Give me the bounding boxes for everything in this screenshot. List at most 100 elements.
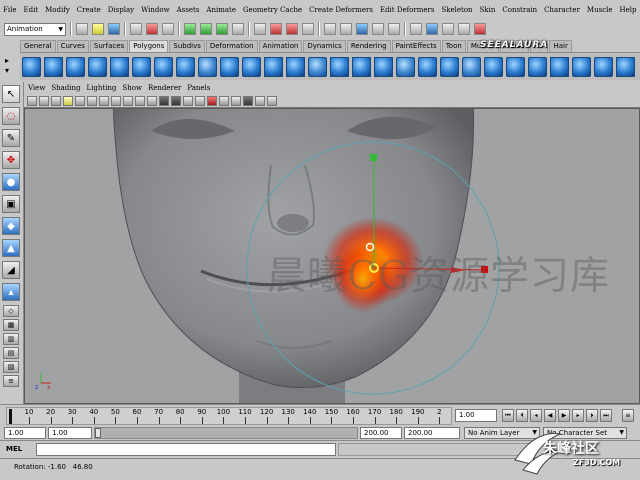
menu-constrain[interactable]: Constrain xyxy=(502,6,537,14)
menu-create[interactable]: Create xyxy=(77,6,101,14)
menu-set-dropdown[interactable]: Animation ▼ xyxy=(4,22,66,36)
lock-selection-icon[interactable] xyxy=(340,23,352,35)
input-line-icon[interactable] xyxy=(324,23,336,35)
last-tool-used-icon[interactable]: ▴ xyxy=(2,283,20,301)
select-tool-icon[interactable]: ↖ xyxy=(2,85,20,103)
menu-modify[interactable]: Modify xyxy=(45,6,70,14)
menu-edit[interactable]: Edit xyxy=(23,6,38,14)
poly-pyramid-icon[interactable] xyxy=(176,56,195,77)
tool-settings-icon[interactable] xyxy=(388,23,400,35)
mirror-geometry-icon[interactable] xyxy=(396,56,415,77)
layout-side-by-side-icon[interactable]: ▥ xyxy=(3,333,19,345)
select-object-icon[interactable] xyxy=(146,23,158,35)
safe-action-icon[interactable] xyxy=(135,95,145,106)
panel-menu-renderer[interactable]: Renderer xyxy=(148,84,181,92)
poly-torus-icon[interactable] xyxy=(132,56,151,77)
high-quality-icon[interactable] xyxy=(243,95,253,106)
menu-skin[interactable]: Skin xyxy=(480,6,496,14)
ipr-render-icon[interactable] xyxy=(286,23,298,35)
range-end-field[interactable]: 200.00 xyxy=(360,427,402,439)
snap-point-icon[interactable] xyxy=(216,23,228,35)
shelf-tab-painteffects[interactable]: PaintEffects xyxy=(391,40,441,52)
shelf-tab-hair[interactable]: Hair xyxy=(549,40,572,52)
combine-icon[interactable] xyxy=(264,56,283,77)
panel-menu-show[interactable]: Show xyxy=(122,84,142,92)
snap-grid-icon[interactable] xyxy=(184,23,196,35)
panel-menu-view[interactable]: View xyxy=(28,84,45,92)
separate-icon[interactable] xyxy=(286,56,305,77)
manipulator-y-handle[interactable] xyxy=(370,154,377,161)
poly-soccer-ball-icon[interactable] xyxy=(242,56,261,77)
safe-title-icon[interactable] xyxy=(147,95,157,106)
insert-edge-loop-icon[interactable] xyxy=(506,56,525,77)
soft-modification-tool-icon[interactable]: ▲ xyxy=(2,239,20,257)
poly-plane-icon[interactable] xyxy=(110,56,129,77)
wireframe-on-shaded-icon[interactable] xyxy=(183,95,193,106)
menu-edit-deformers[interactable]: Edit Deformers xyxy=(380,6,435,14)
uv-texture-editor-icon[interactable] xyxy=(616,56,635,77)
shelf-tab-general[interactable]: General xyxy=(20,40,56,52)
film-gate-icon[interactable] xyxy=(87,95,97,106)
wireframe-icon[interactable] xyxy=(159,95,169,106)
shelf-tab-curves[interactable]: Curves xyxy=(56,40,89,52)
range-slider-bar[interactable] xyxy=(94,427,358,439)
layout-hypershade-icon[interactable]: ≡ xyxy=(3,375,19,387)
layout-four-pane-icon[interactable]: ▦ xyxy=(3,319,19,331)
menu-assets[interactable]: Assets xyxy=(177,6,200,14)
xray-joints-icon[interactable] xyxy=(267,95,277,106)
time-slider-bar[interactable]: 10 20 30 40 50 60 70 80 90 100 110 120 130 140 150 160 1… xyxy=(6,407,452,425)
texture-toggle-icon[interactable] xyxy=(207,95,217,106)
attribute-editor-icon[interactable] xyxy=(372,23,384,35)
select-component-icon[interactable] xyxy=(162,23,174,35)
shelf-tab-toon[interactable]: Toon xyxy=(441,40,466,52)
construction-history-icon[interactable] xyxy=(254,23,266,35)
hypershade-icon[interactable] xyxy=(458,23,470,35)
shelf-tab-surfaces[interactable]: Surfaces xyxy=(89,40,129,52)
boolean-intersection-icon[interactable] xyxy=(374,56,393,77)
layer-editor-icon[interactable] xyxy=(410,23,422,35)
boolean-difference-icon[interactable] xyxy=(352,56,371,77)
poly-cone-icon[interactable] xyxy=(88,56,107,77)
render-frame-icon[interactable] xyxy=(270,23,282,35)
snap-curve-icon[interactable] xyxy=(200,23,212,35)
select-hierarchy-icon[interactable] xyxy=(130,23,142,35)
current-frame-field[interactable]: 1.00 xyxy=(455,409,497,422)
channel-box-icon[interactable] xyxy=(356,23,368,35)
end-time-field[interactable]: 200.00 xyxy=(404,427,460,439)
merge-vertices-icon[interactable] xyxy=(550,56,569,77)
scale-tool-icon[interactable]: ▣ xyxy=(2,195,20,213)
layout-persp-graph-icon[interactable]: ▤ xyxy=(3,347,19,359)
script-language-toggle[interactable]: MEL xyxy=(6,445,22,453)
smooth-shade-icon[interactable] xyxy=(171,95,181,106)
poly-cylinder-icon[interactable] xyxy=(66,56,85,77)
render-view-icon[interactable] xyxy=(474,23,486,35)
menu-character[interactable]: Character xyxy=(544,6,580,14)
boolean-union-icon[interactable] xyxy=(330,56,349,77)
grid-toggle-icon[interactable] xyxy=(75,95,85,106)
collapse-icon[interactable] xyxy=(572,56,591,77)
current-time-indicator[interactable] xyxy=(9,409,12,424)
open-scene-icon[interactable] xyxy=(92,23,104,35)
poly-prism-icon[interactable] xyxy=(154,56,173,77)
rotate-tool-icon[interactable]: ● xyxy=(2,173,20,191)
shelf-tab-menu-icon[interactable]: ▸ xyxy=(5,56,9,65)
planar-mapping-icon[interactable] xyxy=(594,56,613,77)
start-time-field[interactable]: 1.00 xyxy=(4,427,46,439)
field-chart-icon[interactable] xyxy=(123,95,133,106)
shelf-tab-animation[interactable]: Animation xyxy=(258,40,303,52)
split-polygon-icon[interactable] xyxy=(484,56,503,77)
camera-attributes-icon[interactable] xyxy=(39,95,49,106)
menu-skeleton[interactable]: Skeleton xyxy=(441,6,472,14)
new-scene-icon[interactable] xyxy=(76,23,88,35)
menu-geometry-cache[interactable]: Geometry Cache xyxy=(243,6,302,14)
menu-file[interactable]: File xyxy=(3,6,16,14)
outliner-icon[interactable] xyxy=(426,23,438,35)
save-scene-icon[interactable] xyxy=(108,23,120,35)
panel-menu-panels[interactable]: Panels xyxy=(187,84,210,92)
select-camera-icon[interactable] xyxy=(27,95,37,106)
use-lights-icon[interactable] xyxy=(219,95,229,106)
shelf-tab-subdivs[interactable]: Subdivs xyxy=(169,40,205,52)
shelf-tab-rendering[interactable]: Rendering xyxy=(346,40,391,52)
snap-plane-icon[interactable] xyxy=(232,23,244,35)
smooth-icon[interactable] xyxy=(308,56,327,77)
